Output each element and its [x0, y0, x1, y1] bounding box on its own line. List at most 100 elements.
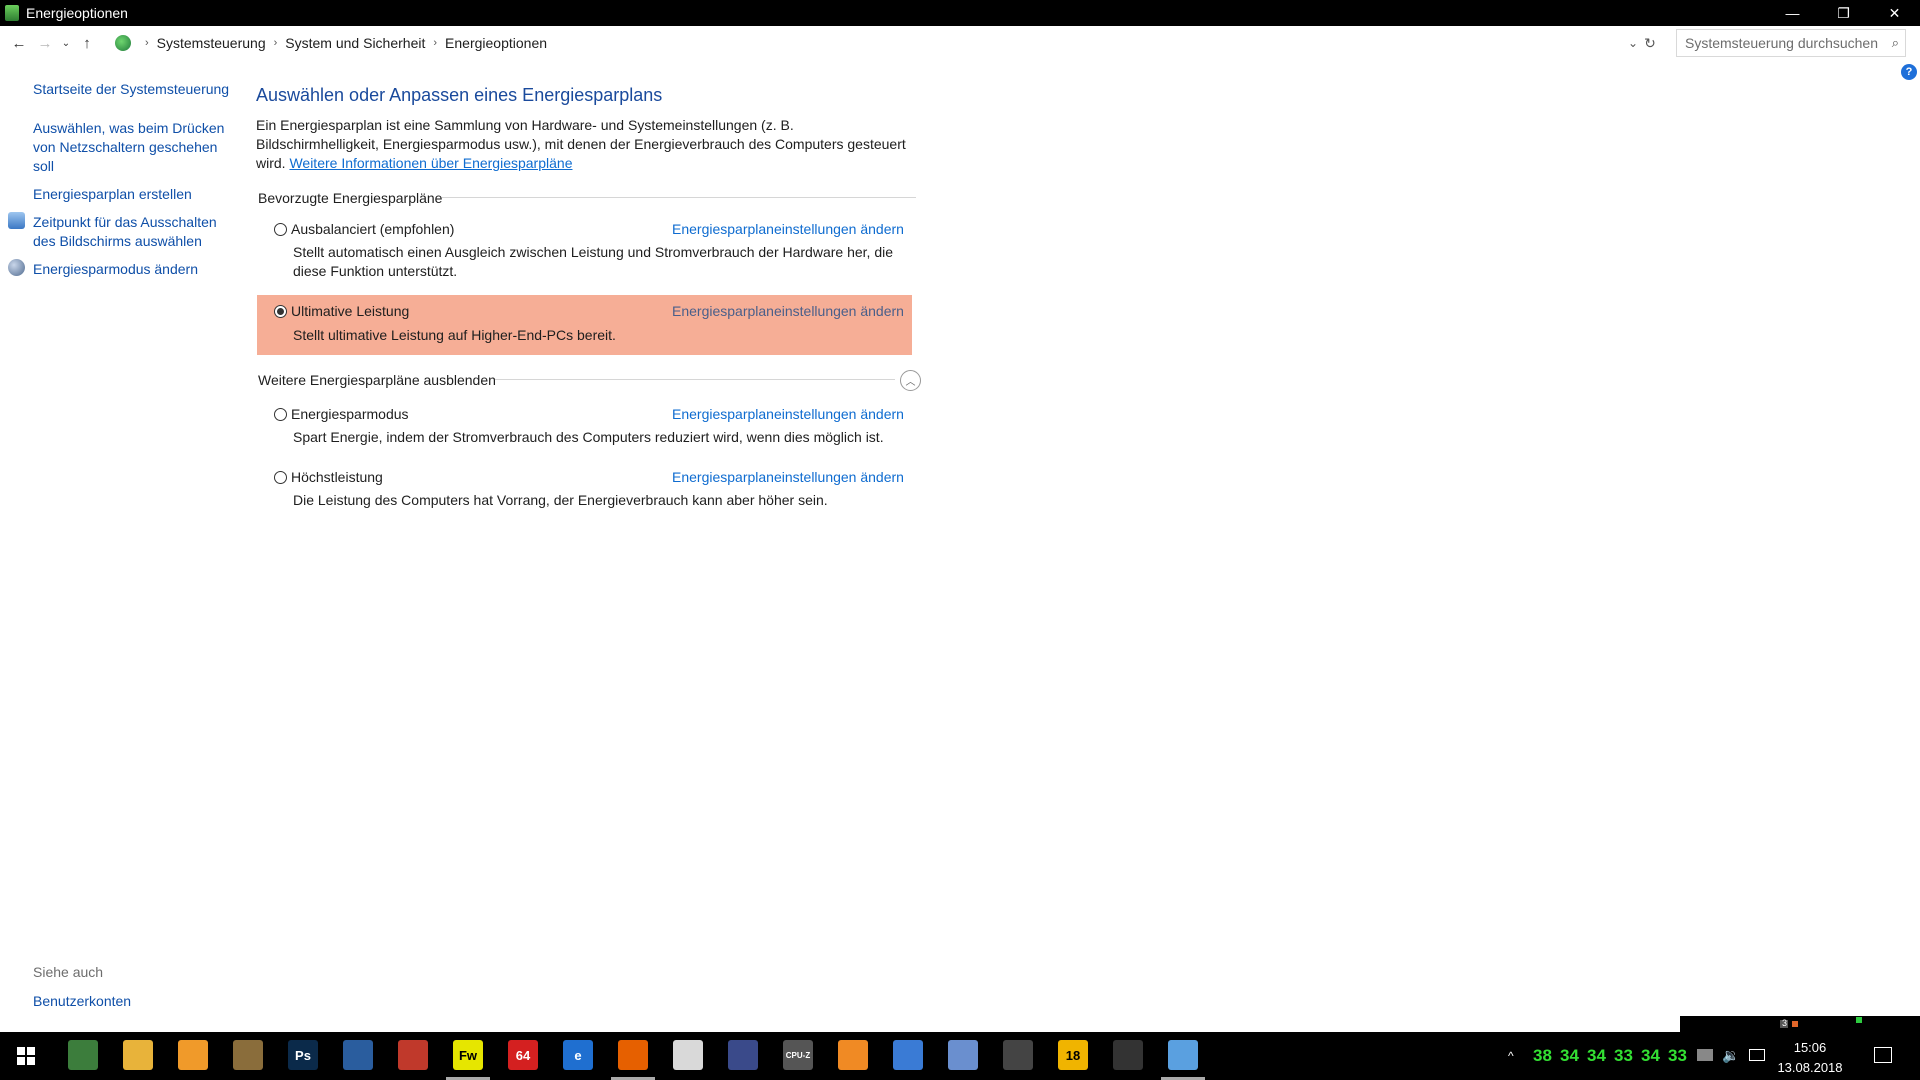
rss-icon[interactable] [838, 1040, 868, 1070]
more-plans-header[interactable]: Weitere Energiesparpläne ausblenden [258, 372, 496, 388]
forward-arrow-icon[interactable]: → [32, 29, 58, 57]
search-input[interactable]: Systemsteuerung durchsuchen ⌕ [1676, 29, 1906, 57]
edge-icon[interactable]: e [563, 1040, 593, 1070]
paint-icon[interactable] [948, 1040, 978, 1070]
search-placeholder: Systemsteuerung durchsuchen [1685, 35, 1878, 51]
thunderbird-icon[interactable] [343, 1040, 373, 1070]
plan-power-saver-radio[interactable] [274, 408, 287, 421]
clock[interactable]: 15:06 13.08.2018 [1772, 1038, 1848, 1078]
plan-balanced-radio[interactable] [274, 223, 287, 236]
breadcrumb-systemsteuerung[interactable]: Systemsteuerung [157, 35, 266, 51]
sidebar-item-sleep[interactable]: Energiesparmodus ändern [33, 260, 233, 279]
address-bar: ← → ⌄ ↑ › Systemsteuerung › System und S… [0, 26, 1920, 60]
breadcrumb-separator-icon[interactable]: › [274, 37, 278, 49]
firefox-icon[interactable] [618, 1040, 648, 1070]
strip-number: 3 [1782, 1018, 1788, 1028]
window-controls: — ❐ ✕ [1767, 0, 1920, 26]
temperature-value: 34 [1560, 1046, 1579, 1065]
change-plan-settings-link[interactable]: Energiesparplaneinstellungen ändern [672, 303, 904, 319]
plan-ultimate-performance: Ultimative Leistung Energiesparplaneinst… [257, 295, 912, 355]
change-plan-settings-link[interactable]: Energiesparplaneinstellungen ändern [672, 406, 904, 422]
strip-icon [1792, 1021, 1798, 1027]
office-icon[interactable] [673, 1040, 703, 1070]
plan-description: Die Leistung des Computers hat Vorrang, … [293, 492, 828, 508]
power-options-icon [5, 5, 19, 21]
plan-description: Stellt automatisch einen Ausgleich zwisc… [293, 244, 893, 279]
tray-chevron-icon[interactable]: ^ [1508, 1032, 1514, 1080]
plan-name[interactable]: Energiesparmodus [291, 406, 409, 422]
breadcrumb-separator-icon[interactable]: › [145, 37, 149, 49]
close-button[interactable]: ✕ [1869, 0, 1920, 26]
plan-power-saver: Energiesparmodus Energiesparplaneinstell… [257, 403, 912, 459]
up-arrow-icon[interactable]: ↑ [74, 29, 100, 57]
image-viewer-icon[interactable] [233, 1040, 263, 1070]
temperature-value: 34 [1641, 1046, 1660, 1065]
arma-icon[interactable] [1113, 1040, 1143, 1070]
sidebar-item-control-panel-home[interactable]: Startseite der Systemsteuerung [33, 80, 233, 99]
breadcrumb-separator-icon[interactable]: › [433, 37, 437, 49]
triangle-app-icon[interactable] [1003, 1040, 1033, 1070]
clock-date: 13.08.2018 [1777, 1060, 1843, 1075]
plan-name[interactable]: Ausbalanciert (empfohlen) [291, 221, 454, 237]
title-bar: Energieoptionen — ❐ ✕ [0, 0, 1920, 26]
page-title: Auswählen oder Anpassen eines Energiespa… [256, 85, 663, 105]
minimize-button[interactable]: — [1767, 0, 1818, 26]
change-plan-settings-link[interactable]: Energiesparplaneinstellungen ändern [672, 469, 904, 485]
temperature-value: 33 [1614, 1046, 1633, 1065]
network-icon[interactable] [1697, 1049, 1713, 1061]
display-icon[interactable] [1749, 1049, 1765, 1061]
help-button[interactable]: ? [1901, 64, 1917, 80]
sidebar-item-user-accounts[interactable]: Benutzerkonten [33, 992, 233, 1011]
plan-high-performance-radio[interactable] [274, 471, 287, 484]
refresh-icon[interactable]: ↻ [1644, 35, 1656, 52]
cinema4d-icon[interactable] [728, 1040, 758, 1070]
sidebar-item-display-off[interactable]: Zeitpunkt für das Ausschalten des Bildsc… [33, 213, 228, 251]
window-title: Energieoptionen [26, 5, 128, 21]
collapse-chevron-icon[interactable]: ︿ [900, 370, 921, 391]
recent-locations-chevron-icon[interactable]: ⌄ [58, 29, 74, 57]
address-dropdown-icon[interactable]: ⌄ [1628, 36, 1638, 50]
plan-name[interactable]: Höchstleistung [291, 469, 383, 485]
plan-name[interactable]: Ultimative Leistung [291, 303, 409, 319]
breadcrumb-system-und-sicherheit[interactable]: System und Sicherheit [285, 35, 425, 51]
temperature-value: 34 [1587, 1046, 1606, 1065]
count-18-icon[interactable]: 18 [1058, 1040, 1088, 1070]
aida64-icon[interactable]: 64 [508, 1040, 538, 1070]
plan-high-performance: Höchstleistung Energiesparplaneinstellun… [257, 466, 912, 522]
fireworks-icon[interactable]: Fw [453, 1040, 483, 1070]
change-plan-settings-link[interactable]: Energiesparplaneinstellungen ändern [672, 221, 904, 237]
plan-ultimate-radio[interactable] [274, 305, 287, 318]
control-panel-icon[interactable] [1168, 1040, 1198, 1070]
cpu-z-icon[interactable]: CPU-Z [783, 1040, 813, 1070]
monitor-strip: 3 [1680, 1016, 1920, 1032]
plan-description: Spart Energie, indem der Stromverbrauch … [293, 429, 884, 445]
restore-button[interactable]: ❐ [1818, 0, 1869, 26]
breadcrumb-energieoptionen[interactable]: Energieoptionen [445, 35, 547, 51]
taskbar: Ps Fw 64 e CPU-Z 18 ^ 38 34 34 33 34 33 🔉 15:06 13… [0, 1032, 1920, 1080]
monitor-icon [8, 212, 25, 229]
plan-description: Stellt ultimative Leistung auf Higher-En… [293, 327, 616, 343]
clock-time: 15:06 [1793, 1040, 1827, 1055]
equalizer-icon[interactable] [893, 1040, 923, 1070]
back-arrow-icon[interactable]: ← [6, 29, 32, 57]
more-info-link[interactable]: Weitere Informationen über Energiesparpl… [289, 155, 572, 171]
windows-logo-icon[interactable] [0, 1032, 52, 1080]
volume-icon[interactable]: 🔉 [1722, 1047, 1739, 1064]
photoshop-icon[interactable]: Ps [288, 1040, 318, 1070]
see-also-heading: Siehe auch [33, 964, 104, 980]
moon-icon [8, 259, 25, 276]
file-explorer-icon[interactable] [123, 1040, 153, 1070]
breadcrumb[interactable]: › Systemsteuerung › System und Sicherhei… [110, 29, 1665, 57]
sidebar-item-power-buttons[interactable]: Auswählen, was beim Drücken von Netzscha… [33, 119, 228, 176]
media-player-icon[interactable] [178, 1040, 208, 1070]
control-panel-location-icon [115, 35, 131, 51]
notification-icon[interactable] [1874, 1047, 1892, 1063]
monitor-app-icon[interactable] [68, 1040, 98, 1070]
divider [495, 379, 895, 380]
preferred-plans-header: Bevorzugte Energiesparpläne [258, 190, 443, 206]
search-icon[interactable]: ⌕ [1892, 35, 1899, 51]
strip-icon [1856, 1017, 1862, 1023]
sidebar-item-create-plan[interactable]: Energiesparplan erstellen [33, 185, 233, 204]
intro-text: Ein Energiesparplan ist eine Sammlung vo… [256, 116, 916, 173]
ccleaner-icon[interactable] [398, 1040, 428, 1070]
